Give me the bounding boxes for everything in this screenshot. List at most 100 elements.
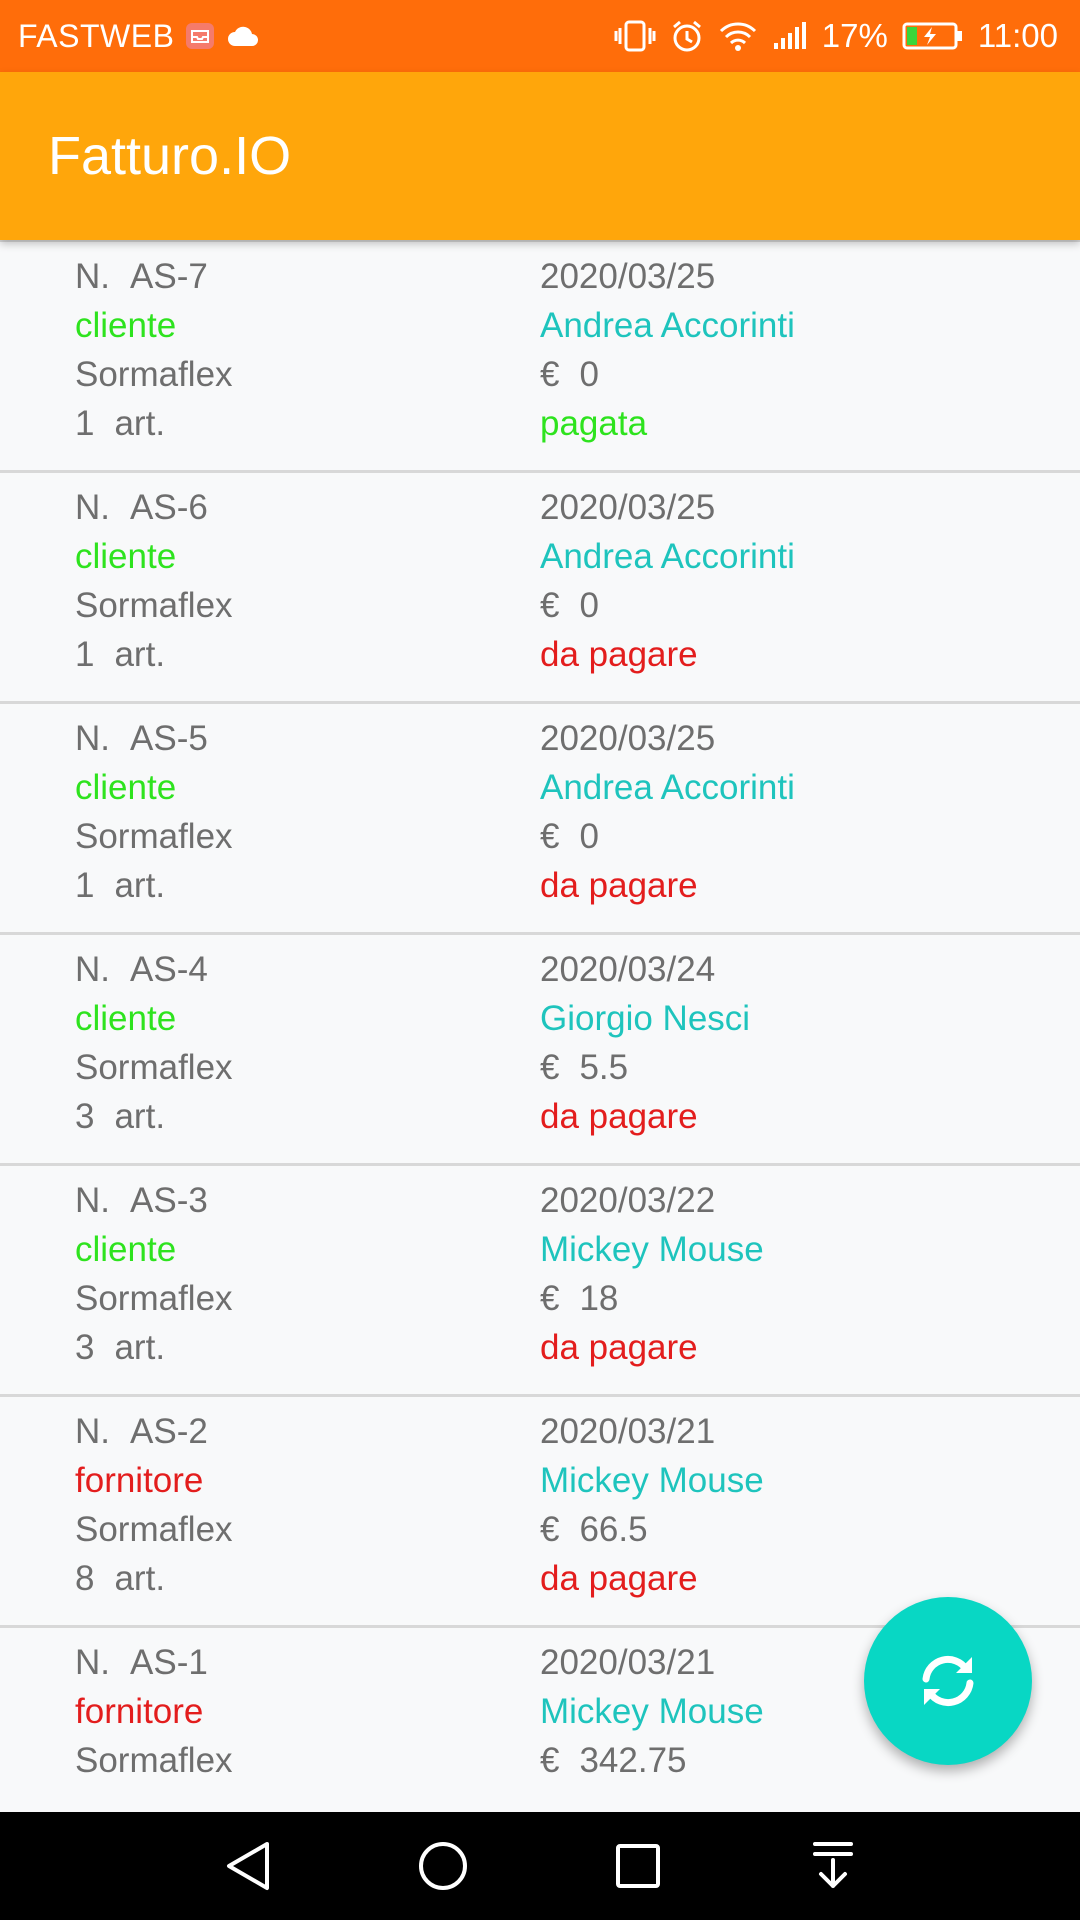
notifications-pull-button[interactable]: [793, 1826, 873, 1906]
invoice-amount: 5.5: [579, 1048, 629, 1087]
invoice-type: fornitore: [75, 1461, 204, 1500]
invoice-date: 2020/03/21: [540, 1412, 716, 1451]
invoice-date: 2020/03/25: [540, 719, 716, 758]
clock: 11:00: [977, 17, 1058, 54]
invoice-number-line: N. AS-7: [75, 252, 233, 301]
invoice-list: N.AS-8 cliente Sormaflex 1art. € pagata …: [0, 240, 1080, 1812]
navigation-bar: [0, 1812, 1080, 1920]
recents-icon: [615, 1844, 660, 1888]
home-icon: [418, 1842, 467, 1890]
invoice-date: 2020/03/25: [540, 488, 716, 527]
invoice-left-column: N. AS-1 fornitore Sormaflex: [75, 1638, 233, 1812]
invoice-left-column: N. AS-2 fornitore Sormaflex 8 art.: [75, 1407, 233, 1603]
invoice-items-line: [75, 1785, 233, 1812]
invoice-contact: Andrea Accorinti: [540, 537, 795, 576]
invoice-amount: 18: [579, 1279, 619, 1318]
invoice-status: pagata: [540, 404, 648, 443]
invoice-row[interactable]: N. AS-3 cliente Sormaflex 3 art. 2020/03/2…: [0, 1166, 1080, 1397]
invoice-left-column: N. AS-4 cliente Sormaflex 3 art.: [75, 945, 233, 1141]
invoice-currency: €: [540, 1048, 560, 1087]
battery-percent: 17%: [821, 17, 888, 54]
invoice-company: Sormaflex: [75, 1279, 233, 1318]
invoice-number: AS-3: [130, 1181, 208, 1220]
wifi-icon: [718, 20, 758, 52]
invoice-contact: Mickey Mouse: [540, 1461, 764, 1500]
vibrate-icon: [614, 19, 656, 53]
invoice-currency: €: [540, 817, 560, 856]
invoice-number-line: N. AS-5: [75, 714, 233, 763]
invoice-right-column: 2020/03/25 Andrea Accorinti €0 da pagare: [540, 483, 795, 679]
invoice-amount: 0: [579, 817, 599, 856]
home-button[interactable]: [403, 1826, 483, 1906]
invoice-number-prefix: N.: [75, 488, 110, 527]
invoice-number-line: N. AS-1: [75, 1638, 233, 1687]
back-icon: [226, 1842, 269, 1890]
refresh-button[interactable]: [864, 1597, 1032, 1765]
invoice-amount-line: €66.5: [540, 1505, 764, 1554]
notifications-pull-icon: [812, 1842, 853, 1888]
invoice-items-count: 3: [75, 1097, 95, 1136]
invoice-type: cliente: [75, 537, 177, 576]
invoice-amount-line: €5.5: [540, 1043, 750, 1092]
mail-icon: [186, 23, 215, 49]
invoice-items-label: art.: [114, 1559, 166, 1598]
invoice-number-prefix: N.: [75, 1412, 110, 1451]
invoice-items-line: 3 art.: [75, 1323, 233, 1372]
signal-icon: [772, 21, 808, 51]
invoice-amount-line: €18: [540, 1274, 764, 1323]
invoice-number-line: N. AS-3: [75, 1176, 233, 1225]
app-title: Fatturo.IO: [48, 126, 292, 186]
invoice-date: 2020/03/21: [540, 1643, 716, 1682]
invoice-status: da pagare: [540, 866, 698, 905]
invoice-items-count: 1: [75, 635, 95, 674]
invoice-amount: 0: [579, 355, 599, 394]
back-button[interactable]: [208, 1826, 288, 1906]
invoice-row[interactable]: N. AS-5 cliente Sormaflex 1 art. 2020/03/2…: [0, 704, 1080, 935]
invoice-type: cliente: [75, 306, 177, 345]
invoice-left-column: N. AS-3 cliente Sormaflex 3 art.: [75, 1176, 233, 1372]
invoice-status: da pagare: [540, 1559, 698, 1598]
recents-button[interactable]: [598, 1826, 678, 1906]
carrier-name: FASTWEB: [18, 17, 175, 54]
invoice-row[interactable]: N. AS-6 cliente Sormaflex 1 art. 2020/03/2…: [0, 473, 1080, 704]
invoice-left-column: N. AS-6 cliente Sormaflex 1 art.: [75, 483, 233, 679]
invoice-items-line: 1 art.: [75, 630, 233, 679]
invoice-type: cliente: [75, 768, 177, 807]
invoice-items-line: 1 art.: [75, 399, 233, 448]
invoice-company: Sormaflex: [75, 1510, 233, 1549]
invoice-items-count: 3: [75, 1328, 95, 1367]
invoice-items-label: art.: [114, 404, 166, 443]
invoice-items-line: 3 art.: [75, 1092, 233, 1141]
invoice-items-label: art.: [114, 1328, 166, 1367]
invoice-right-column: 2020/03/24 Giorgio Nesci €5.5 da pagare: [540, 945, 750, 1141]
invoice-amount: 66.5: [579, 1510, 648, 1549]
invoice-right-column: 2020/03/21 Mickey Mouse €342.75: [540, 1638, 764, 1785]
invoice-amount: 0: [579, 586, 599, 625]
invoice-amount-line: €0: [540, 350, 795, 399]
invoice-number-line: N. AS-2: [75, 1407, 233, 1456]
invoice-number: AS-1: [130, 1643, 208, 1682]
app-bar: Fatturo.IO: [0, 72, 1080, 240]
invoice-row[interactable]: N. AS-7 cliente Sormaflex 1 art. 2020/03/2…: [0, 242, 1080, 473]
invoice-date: 2020/03/25: [540, 257, 716, 296]
invoice-row[interactable]: N. AS-2 fornitore Sormaflex 8 art. 2020/03…: [0, 1397, 1080, 1628]
invoice-number-prefix: N.: [75, 719, 110, 758]
invoice-items-count: 1: [75, 866, 95, 905]
invoice-type: fornitore: [75, 1692, 204, 1731]
invoice-right-column: 2020/03/21 Mickey Mouse €66.5 da pagare: [540, 1407, 764, 1603]
invoice-row[interactable]: N. AS-4 cliente Sormaflex 3 art. 2020/03/2…: [0, 935, 1080, 1166]
invoice-company: Sormaflex: [75, 817, 233, 856]
invoice-left-column: N. AS-7 cliente Sormaflex 1 art.: [75, 252, 233, 448]
invoice-right-column: 2020/03/22 Mickey Mouse €18 da pagare: [540, 1176, 764, 1372]
invoice-status: da pagare: [540, 1097, 698, 1136]
invoice-items-line: 8 art.: [75, 1554, 233, 1603]
invoice-list-viewport[interactable]: N.AS-8 cliente Sormaflex 1art. € pagata …: [0, 240, 1080, 1812]
invoice-currency: €: [540, 1279, 560, 1318]
invoice-items-line: 1 art.: [75, 861, 233, 910]
battery-charging-icon: [902, 21, 964, 51]
invoice-right-column: 2020/03/25 Andrea Accorinti €0 pagata: [540, 252, 795, 448]
invoice-amount-line: €342.75: [540, 1736, 764, 1785]
invoice-currency: €: [540, 1510, 560, 1549]
invoice-number-prefix: N.: [75, 950, 110, 989]
invoice-status: da pagare: [540, 1328, 698, 1367]
